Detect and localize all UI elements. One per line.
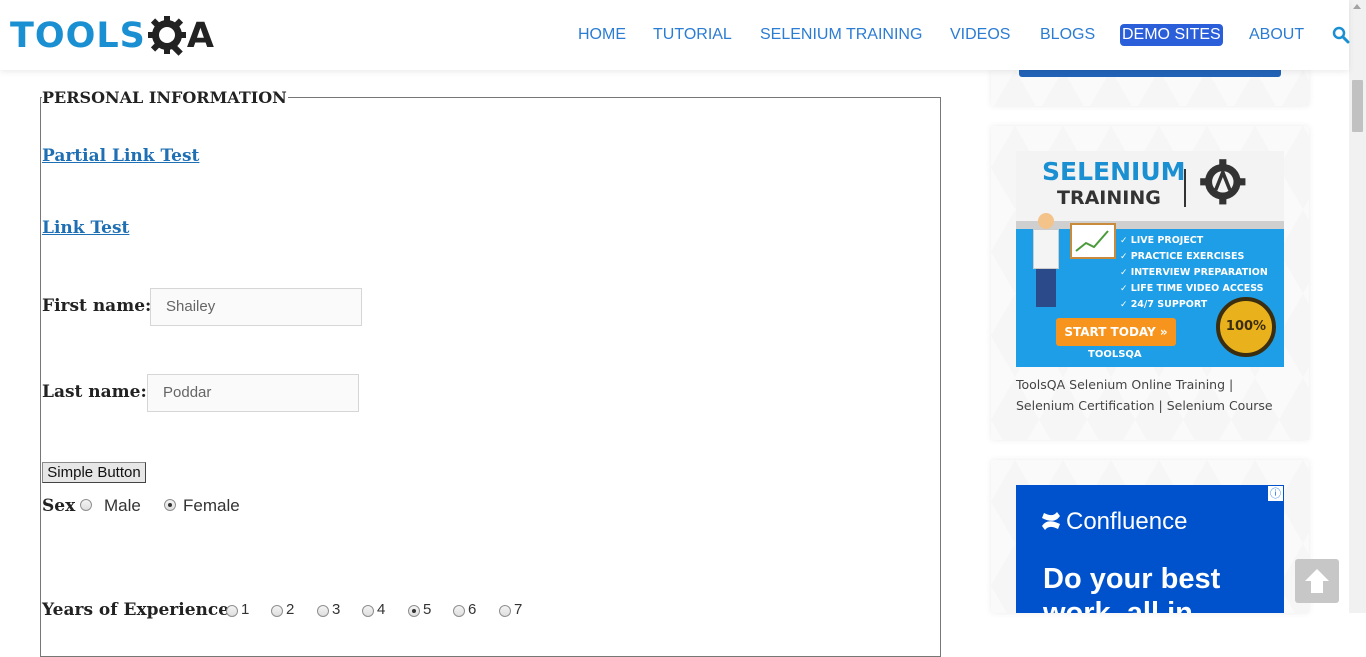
logo-text-tools: TOOLS [10,16,146,56]
banner-feature: PRACTICE EXERCISES [1120,249,1268,265]
experience-label-4: 4 [377,601,386,618]
simple-button[interactable]: Simple Button [42,462,146,483]
search-icon[interactable] [1332,26,1350,44]
confluence-logo-icon [1042,512,1060,530]
banner-title-training: TRAINING [1057,187,1161,209]
sex-female-label: Female [183,496,240,515]
experience-radio-2[interactable] [271,605,283,617]
experience-radio-4[interactable] [362,605,374,617]
scroll-up-arrow-icon[interactable] [1353,4,1361,9]
confluence-ad[interactable]: Confluence Do your best work, all in [1016,485,1284,613]
experience-label-5: 5 [423,601,432,618]
banner-caption[interactable]: ToolsQA Selenium Online Training | Selen… [1016,374,1286,416]
nav-selenium-training[interactable]: SELENIUM TRAINING [760,24,922,46]
link-test[interactable]: Link Test [42,218,129,238]
toolsqa-gear-icon [1200,159,1246,205]
experience-radio-7[interactable] [499,605,511,617]
fieldset-legend: PERSONAL INFORMATION [42,88,288,107]
experience-label-3: 3 [332,601,341,618]
partial-link-test[interactable]: Partial Link Test [42,146,199,166]
sex-male-radio[interactable] [80,499,92,511]
first-name-field[interactable]: Shailey [150,288,362,326]
experience-label-2: 2 [286,601,295,618]
toolsqa-logo[interactable]: TOOLS A [10,10,214,62]
experience-label: Years of Experience [42,600,230,620]
nav-blogs[interactable]: BLOGS [1040,24,1095,46]
back-to-top-button[interactable] [1295,559,1339,603]
confluence-brand: Confluence [1066,508,1188,535]
experience-label-7: 7 [514,601,523,618]
nav-videos[interactable]: VIDEOS [950,24,1010,46]
banner-title-selenium: SELENIUM [1042,157,1186,186]
nav-demo-sites[interactable]: DEMO SITES [1120,24,1223,46]
page-scrollbar[interactable] [1349,0,1366,613]
nav-home[interactable]: HOME [578,24,626,46]
first-name-label: First name: [42,296,152,316]
ad-headline-1: Do your best [1043,563,1221,595]
last-name-field[interactable]: Poddar [147,374,359,412]
experience-label-6: 6 [468,601,477,618]
ad-headline-2: work, all in [1043,597,1193,613]
experience-radio-6[interactable] [453,605,465,617]
banner-feature: INTERVIEW PREPARATION [1120,265,1268,281]
trainer-illustration [1038,213,1054,229]
banner-footer-logo: TOOLSQA [1088,349,1142,360]
gear-q-logo-icon [147,16,186,56]
arrow-up-icon [1305,569,1329,593]
sex-male-label: Male [104,496,141,515]
start-today-button[interactable]: START TODAY » [1056,318,1176,346]
banner-feature: LIFE TIME VIDEO ACCESS [1120,281,1268,297]
experience-radio-3[interactable] [317,605,329,617]
selenium-training-banner[interactable]: SELENIUM TRAINING LIVE PROJECT PRACTICE … [1016,151,1284,367]
nav-about[interactable]: ABOUT [1249,24,1304,46]
nav-tutorial[interactable]: TUTORIAL [653,24,732,46]
banner-feature: LIVE PROJECT [1120,233,1268,249]
sex-label: Sex [42,496,76,516]
sex-female-radio[interactable] [164,499,176,511]
experience-radio-1[interactable] [226,605,238,617]
scroll-thumb[interactable] [1352,80,1363,132]
money-back-seal: 100% [1216,297,1276,357]
ad-choices-icon[interactable]: ⓘ [1268,486,1283,501]
experience-radio-5[interactable] [408,605,420,617]
chart-board-icon [1070,223,1116,259]
last-name-label: Last name: [42,382,147,402]
logo-text-a: A [186,16,214,56]
site-header: TOOLS A HOME TUTORIAL SELENIUM TRAINING … [0,0,1350,70]
experience-label-1: 1 [241,601,250,618]
